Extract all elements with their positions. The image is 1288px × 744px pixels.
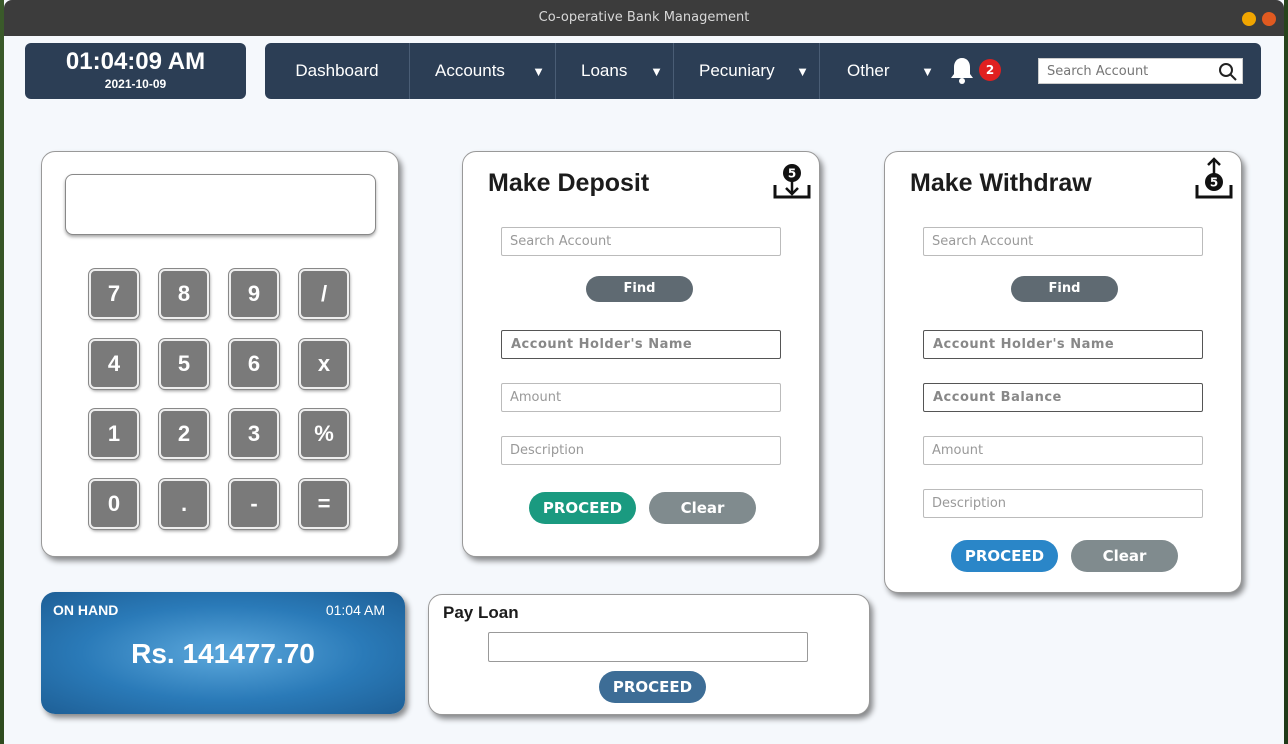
- nav-loans-label: Loans: [581, 61, 628, 80]
- deposit-clear-button[interactable]: Clear: [649, 492, 756, 524]
- nav-other-label: Other: [847, 61, 890, 80]
- calculator-display: [65, 174, 376, 235]
- withdraw-description-input[interactable]: Description: [923, 489, 1203, 518]
- chevron-down-icon: ▼: [921, 63, 934, 79]
- calc-key-0[interactable]: 0: [89, 479, 139, 529]
- deposit-icon: 5: [773, 164, 811, 199]
- calc-key-equals[interactable]: =: [299, 479, 349, 529]
- calc-key-8[interactable]: 8: [159, 269, 209, 319]
- calc-key-9[interactable]: 9: [229, 269, 279, 319]
- withdraw-search-input[interactable]: Search Account: [923, 227, 1203, 256]
- nav-pecuniary-label: Pecuniary: [699, 61, 775, 80]
- deposit-search-input[interactable]: Search Account: [501, 227, 781, 256]
- withdraw-clear-button[interactable]: Clear: [1071, 540, 1178, 572]
- pay-loan-card: Pay Loan PROCEED: [428, 594, 870, 715]
- app-window: Co-operative Bank Management 01:04:09 AM…: [4, 0, 1284, 744]
- search-account-input[interactable]: [1039, 60, 1214, 82]
- withdraw-amount-input[interactable]: Amount: [923, 436, 1203, 465]
- calc-key-6[interactable]: 6: [229, 339, 279, 389]
- nav-accounts[interactable]: Accounts ▼: [410, 43, 556, 99]
- calc-key-minus[interactable]: -: [229, 479, 279, 529]
- clock-panel: 01:04:09 AM 2021-10-09: [25, 43, 246, 99]
- search-icon[interactable]: [1218, 62, 1238, 82]
- chevron-down-icon: ▼: [796, 63, 809, 79]
- on-hand-time: 01:04 AM: [325, 602, 385, 618]
- withdraw-holder-name: Account Holder's Name: [923, 330, 1203, 359]
- calc-key-decimal[interactable]: .: [159, 479, 209, 529]
- clock-time: 01:04:09 AM: [65, 48, 206, 75]
- minimize-button[interactable]: [1242, 12, 1256, 26]
- withdraw-find-button[interactable]: Find: [1011, 276, 1118, 302]
- calc-key-multiply[interactable]: x: [299, 339, 349, 389]
- clock-date: 2021-10-09: [104, 77, 167, 91]
- title-bar: Co-operative Bank Management: [4, 0, 1284, 36]
- deposit-card: Make Deposit 5 Search Account Find Accou…: [462, 151, 820, 557]
- on-hand-card: ON HAND 01:04 AM Rs. 141477.70: [41, 592, 405, 714]
- on-hand-label: ON HAND: [53, 602, 119, 618]
- pay-loan-input[interactable]: [488, 632, 808, 662]
- notification-badge: 2: [979, 59, 1001, 81]
- on-hand-amount: Rs. 141477.70: [131, 638, 315, 669]
- withdraw-icon-badge: 5: [1210, 176, 1218, 190]
- nav-other[interactable]: Other ▼: [820, 43, 944, 99]
- calculator-card: 7 8 9 / 4 5 6 x 1 2 3 % 0 . - =: [41, 151, 399, 557]
- nav-loans[interactable]: Loans ▼: [556, 43, 674, 99]
- calc-key-7[interactable]: 7: [89, 269, 139, 319]
- close-button[interactable]: [1262, 12, 1276, 26]
- withdraw-proceed-button[interactable]: PROCEED: [951, 540, 1058, 572]
- nav-accounts-label: Accounts: [435, 61, 505, 80]
- calc-key-percent[interactable]: %: [299, 409, 349, 459]
- pay-loan-title: Pay Loan: [443, 603, 519, 622]
- bell-icon[interactable]: [949, 56, 975, 84]
- deposit-proceed-button[interactable]: PROCEED: [529, 492, 636, 524]
- calc-key-divide[interactable]: /: [299, 269, 349, 319]
- pay-loan-proceed-button[interactable]: PROCEED: [599, 671, 706, 703]
- calc-key-4[interactable]: 4: [89, 339, 139, 389]
- chevron-down-icon: ▼: [532, 63, 545, 79]
- nav-bar: Dashboard Accounts ▼ Loans ▼ Pecuniary ▼…: [265, 43, 1261, 99]
- deposit-find-button[interactable]: Find: [586, 276, 693, 302]
- calc-key-3[interactable]: 3: [229, 409, 279, 459]
- calc-key-5[interactable]: 5: [159, 339, 209, 389]
- withdraw-balance: Account Balance: [923, 383, 1203, 412]
- deposit-amount-input[interactable]: Amount: [501, 383, 781, 412]
- deposit-description-input[interactable]: Description: [501, 436, 781, 465]
- window-title: Co-operative Bank Management: [538, 10, 750, 25]
- nav-dashboard-label: Dashboard: [295, 61, 379, 80]
- deposit-icon-badge: 5: [788, 167, 796, 181]
- chevron-down-icon: ▼: [650, 63, 663, 79]
- nav-dashboard[interactable]: Dashboard: [265, 43, 410, 99]
- nav-search-box: [1038, 58, 1243, 84]
- withdraw-card: Make Withdraw 5 Search Account Find Acco…: [884, 151, 1242, 593]
- deposit-title: Make Deposit: [488, 169, 650, 197]
- withdraw-icon: 5: [1195, 157, 1233, 199]
- deposit-holder-name: Account Holder's Name: [501, 330, 781, 359]
- withdraw-title: Make Withdraw: [910, 169, 1092, 197]
- nav-pecuniary[interactable]: Pecuniary ▼: [674, 43, 820, 99]
- calc-key-2[interactable]: 2: [159, 409, 209, 459]
- calc-key-1[interactable]: 1: [89, 409, 139, 459]
